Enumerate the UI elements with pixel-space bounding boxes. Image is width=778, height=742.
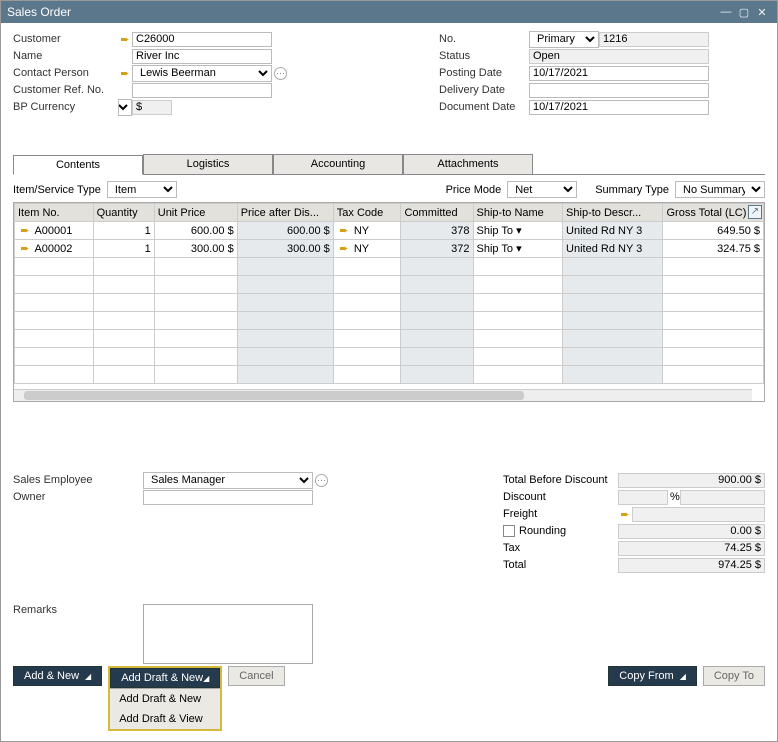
discount-label: Discount (503, 491, 618, 503)
bpcur-label: BP Currency (13, 101, 118, 113)
owner-label: Owner (13, 491, 143, 503)
table-row[interactable] (15, 330, 764, 348)
total-value: 974.25 $ (618, 558, 765, 573)
docdate-field[interactable] (529, 100, 709, 115)
horizontal-scrollbar[interactable] (14, 389, 752, 401)
delivery-label: Delivery Date (439, 84, 529, 96)
tab-contents[interactable]: Contents (13, 155, 143, 175)
add-draft-split-button: Add Draft & New◢ Add Draft & New Add Dra… (108, 666, 222, 731)
col-shipdescr[interactable]: Ship-to Descr... (563, 204, 663, 222)
table-row[interactable] (15, 258, 764, 276)
table-row[interactable] (15, 276, 764, 294)
col-itemno[interactable]: Item No. (15, 204, 94, 222)
window-title: Sales Order (7, 5, 717, 19)
table-row[interactable] (15, 348, 764, 366)
status-field (529, 49, 709, 64)
copy-to-button[interactable]: Copy To (703, 666, 765, 686)
sales-order-window: Sales Order — ▢ ✕ Customer ➨ Name Contac… (0, 0, 778, 742)
name-field[interactable] (132, 49, 272, 64)
tbd-value: 900.00 $ (618, 473, 765, 488)
maximize-button[interactable]: ▢ (735, 6, 753, 19)
items-grid[interactable]: Item No. Quantity Unit Price Price after… (14, 203, 764, 384)
rounding-value: 0.00 $ (618, 524, 765, 539)
contact-select[interactable]: Lewis Beerman (132, 65, 272, 82)
copy-from-button[interactable]: Copy From◢ (608, 666, 697, 686)
salesemp-select[interactable]: Sales Manager (143, 472, 313, 489)
close-button[interactable]: ✕ (753, 6, 771, 19)
pricemode-select[interactable]: Net (507, 181, 577, 198)
tax-label: Tax (503, 542, 618, 554)
customer-label: Customer (13, 33, 118, 45)
bpcur-select[interactable] (118, 99, 132, 116)
col-priceafter[interactable]: Price after Dis... (237, 204, 333, 222)
customer-field[interactable] (132, 32, 272, 47)
col-committed[interactable]: Committed (401, 204, 473, 222)
details-icon[interactable]: ⋯ (274, 67, 287, 80)
pricemode-label: Price Mode (446, 184, 502, 196)
total-label: Total (503, 559, 618, 571)
menu-add-draft-view[interactable]: Add Draft & View (110, 709, 220, 729)
posting-label: Posting Date (439, 67, 529, 79)
rounding-checkbox[interactable] (503, 525, 515, 537)
docdate-label: Document Date (439, 101, 529, 113)
table-row[interactable] (15, 312, 764, 330)
delivery-field[interactable] (529, 83, 709, 98)
tab-accounting[interactable]: Accounting (273, 154, 403, 174)
owner-field[interactable] (143, 490, 313, 505)
remarks-label: Remarks (13, 604, 143, 664)
table-row[interactable]: ➨ A000011600.00 $600.00 $➨ NY378Ship To … (15, 222, 764, 240)
cancel-button[interactable]: Cancel (228, 666, 284, 686)
pct-label: % (668, 491, 680, 503)
name-label: Name (13, 50, 118, 62)
no-label: No. (439, 33, 529, 45)
tabset: Contents Logistics Accounting Attachment… (13, 154, 765, 175)
itemtype-select[interactable]: Item (107, 181, 177, 198)
contact-label: Contact Person (13, 67, 118, 79)
tab-logistics[interactable]: Logistics (143, 154, 273, 174)
bpcur-symbol (132, 100, 172, 115)
add-draft-dropdown: Add Draft & New Add Draft & View (110, 688, 220, 729)
popout-icon[interactable]: ↗ (748, 205, 762, 219)
titlebar: Sales Order — ▢ ✕ (1, 1, 777, 23)
table-row[interactable] (15, 366, 764, 384)
minimize-button[interactable]: — (717, 6, 735, 18)
link-arrow-icon[interactable]: ➨ (618, 508, 632, 521)
col-taxcode[interactable]: Tax Code (333, 204, 401, 222)
items-grid-container: ↗ Item No. Quantity Unit Price Price aft… (13, 202, 765, 402)
link-arrow-icon[interactable]: ➨ (118, 33, 132, 46)
menu-add-draft-new[interactable]: Add Draft & New (110, 689, 220, 709)
custref-label: Customer Ref. No. (13, 84, 118, 96)
details-icon[interactable]: ⋯ (315, 474, 328, 487)
col-shipname[interactable]: Ship-to Name (473, 204, 563, 222)
freight-value (632, 507, 765, 522)
no-field (599, 32, 709, 47)
posting-field[interactable] (529, 66, 709, 81)
table-row[interactable] (15, 294, 764, 312)
summarytype-select[interactable]: No Summary (675, 181, 765, 198)
add-draft-new-button[interactable]: Add Draft & New◢ (110, 668, 220, 688)
custref-field[interactable] (132, 83, 272, 98)
rounding-label: Rounding (503, 525, 618, 537)
status-label: Status (439, 50, 529, 62)
remarks-textarea[interactable] (143, 604, 313, 664)
discount-value (680, 490, 765, 505)
tbd-label: Total Before Discount (503, 474, 618, 486)
tab-attachments[interactable]: Attachments (403, 154, 533, 174)
salesemp-label: Sales Employee (13, 474, 143, 486)
freight-label: Freight (503, 508, 618, 520)
summarytype-label: Summary Type (595, 184, 669, 196)
col-qty[interactable]: Quantity (93, 204, 154, 222)
itemtype-label: Item/Service Type (13, 184, 101, 196)
tax-value: 74.25 $ (618, 541, 765, 556)
no-series-select[interactable]: Primary (529, 31, 599, 48)
discount-pct-field[interactable] (618, 490, 668, 505)
link-arrow-icon[interactable]: ➨ (118, 67, 132, 80)
col-unitprice[interactable]: Unit Price (154, 204, 237, 222)
add-new-button[interactable]: Add & New◢ (13, 666, 102, 686)
table-row[interactable]: ➨ A000021300.00 $300.00 $➨ NY372Ship To … (15, 240, 764, 258)
